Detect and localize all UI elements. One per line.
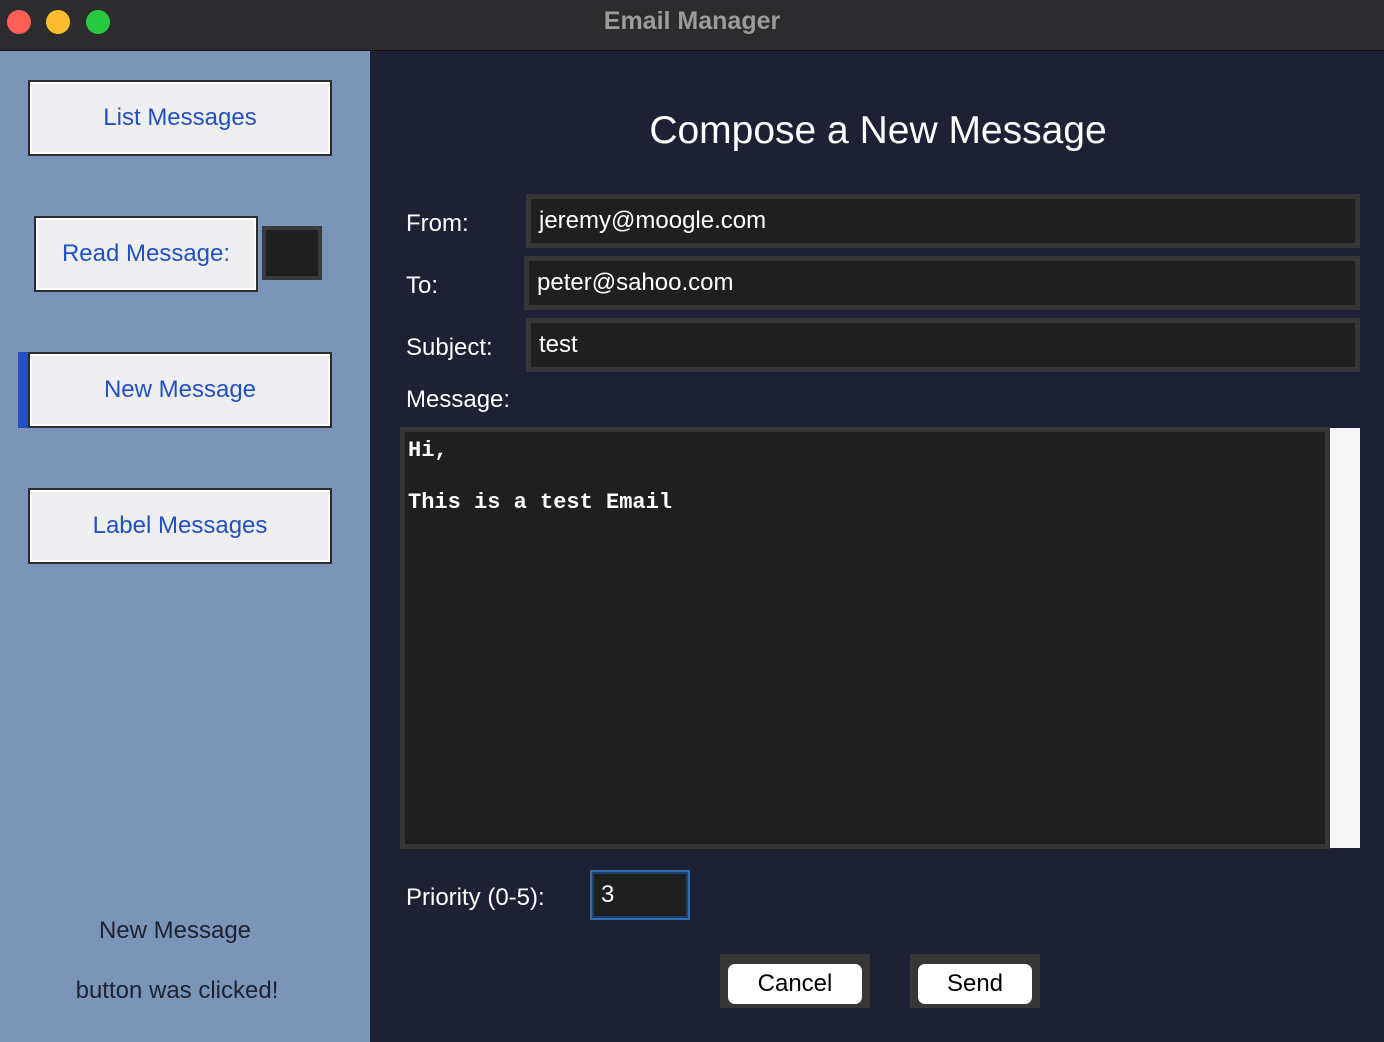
from-field[interactable]: jeremy@moogle.com	[526, 194, 1360, 248]
subject-label: Subject:	[406, 334, 493, 361]
priority-label: Priority (0-5):	[406, 884, 545, 911]
to-label: To:	[406, 272, 439, 299]
compose-panel: Compose a New Message From: jeremy@moogl…	[370, 51, 1384, 1042]
message-scrollbar[interactable]	[1330, 428, 1360, 848]
new-message-button[interactable]: New Message	[28, 352, 332, 428]
sidebar: List Messages Read Message: New Message …	[0, 51, 370, 1042]
label-messages-button[interactable]: Label Messages	[28, 488, 332, 564]
list-messages-button[interactable]: List Messages	[28, 80, 332, 156]
message-body-textarea[interactable]: Hi, This is a test Email	[400, 427, 1330, 849]
from-label: From:	[406, 210, 469, 237]
to-field[interactable]: peter@sahoo.com	[524, 256, 1360, 310]
read-message-button[interactable]: Read Message:	[34, 216, 258, 292]
cancel-button-frame: Cancel	[720, 954, 870, 1008]
window-title: Email Manager	[603, 7, 781, 35]
cancel-button[interactable]: Cancel	[728, 964, 862, 1004]
focus-indicator	[18, 352, 28, 428]
status-text-line2: button was clicked!	[75, 977, 279, 1004]
read-message-id-input[interactable]	[262, 226, 322, 280]
subject-field[interactable]: test	[526, 318, 1360, 372]
priority-input[interactable]: 3	[590, 870, 690, 920]
message-label: Message:	[406, 386, 511, 413]
title-bar: Email Manager	[0, 0, 1384, 51]
send-button-frame: Send	[910, 954, 1040, 1008]
send-button[interactable]: Send	[918, 964, 1032, 1004]
status-text-line1: New Message	[98, 917, 252, 944]
page-title: Compose a New Message	[649, 109, 1107, 152]
